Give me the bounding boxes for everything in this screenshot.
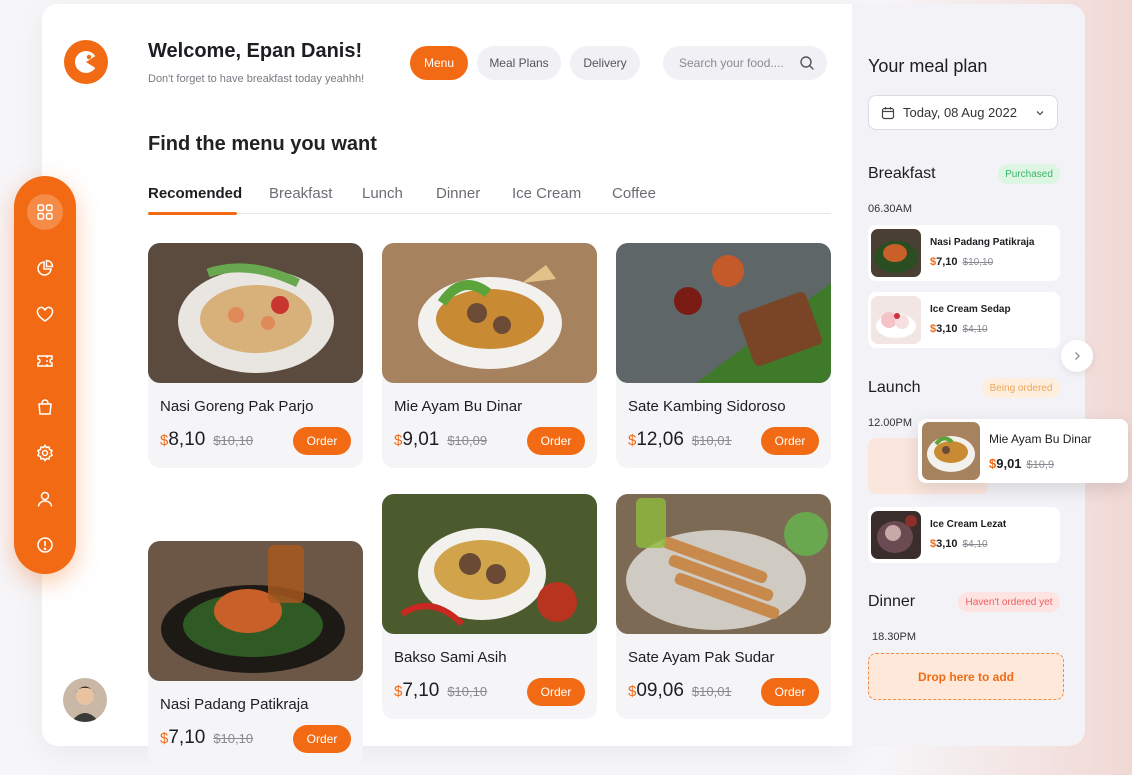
food-image-nasi-padang xyxy=(148,541,363,681)
food-price: $9,01 $10,09 xyxy=(394,429,488,450)
lunch-time: 12.00PM xyxy=(868,417,913,429)
page-title: Welcome, Epan Danis! xyxy=(148,40,363,62)
meal-price: $7,10 $10,10 xyxy=(930,256,994,268)
food-old-price: $10,09 xyxy=(447,433,488,448)
food-name: Mie Ayam Bu Dinar xyxy=(394,398,523,415)
tab-dinner[interactable]: Dinner xyxy=(436,185,480,202)
food-image-mie-ayam xyxy=(382,243,597,383)
nav-delivery-button[interactable]: Delivery xyxy=(570,46,640,80)
chevron-down-icon xyxy=(1035,106,1045,121)
food-name: Sate Kambing Sidoroso xyxy=(628,398,786,415)
meal-price: $3,10 $4,10 xyxy=(930,538,988,550)
chevron-right-icon[interactable] xyxy=(1061,340,1093,372)
tab-breakfast[interactable]: Breakfast xyxy=(269,185,332,202)
tab-recomended[interactable]: Recomended xyxy=(148,185,242,202)
food-card[interactable]: Nasi Padang Patikraja $7,10 $10,10 Order xyxy=(148,541,363,766)
order-button[interactable]: Order xyxy=(761,427,819,455)
status-badge: Purchased xyxy=(998,164,1060,184)
breakfast-heading: Breakfast xyxy=(868,165,936,182)
food-image-bakso xyxy=(382,494,597,634)
food-price: $7,10 $10,10 xyxy=(160,727,254,748)
chart-pie-icon[interactable] xyxy=(27,250,63,286)
food-price: $12,06 $10,01 xyxy=(628,429,732,450)
status-badge: Haven't ordered yet xyxy=(958,592,1060,612)
food-old-price: $10,10 xyxy=(213,433,254,448)
meal-name: Ice Cream Sedap xyxy=(930,304,1011,315)
active-tab-indicator xyxy=(148,212,237,215)
food-name: Sate Ayam Pak Sudar xyxy=(628,649,775,666)
user-icon[interactable] xyxy=(27,481,63,517)
meal-thumb xyxy=(871,229,921,277)
nav-meal-plans-button[interactable]: Meal Plans xyxy=(477,46,561,80)
food-price: $09,06 $10,01 xyxy=(628,680,732,701)
grid-icon[interactable] xyxy=(27,194,63,230)
avatar[interactable] xyxy=(63,678,107,722)
order-button[interactable]: Order xyxy=(527,678,585,706)
food-name: Nasi Padang Patikraja xyxy=(160,696,309,713)
lunch-heading: Launch xyxy=(868,379,921,396)
gear-icon[interactable] xyxy=(27,435,63,471)
info-icon[interactable] xyxy=(27,527,63,563)
search-box xyxy=(663,46,827,80)
bag-icon[interactable] xyxy=(27,389,63,425)
date-value: Today, 08 Aug 2022 xyxy=(903,105,1017,120)
food-price: $8,10 $10,10 xyxy=(160,429,254,450)
food-card[interactable]: Sate Ayam Pak Sudar $09,06 $10,01 Order xyxy=(616,494,831,719)
meal-thumb xyxy=(922,422,980,480)
meal-thumb xyxy=(871,296,921,344)
ticket-icon[interactable] xyxy=(27,343,63,379)
search-icon[interactable] xyxy=(799,55,815,76)
food-card[interactable]: Bakso Sami Asih $7,10 $10,10 Order xyxy=(382,494,597,719)
calendar-icon xyxy=(881,106,895,120)
food-price: $7,10 $10,10 xyxy=(394,680,488,701)
dinner-time: 18.30PM xyxy=(872,631,917,643)
food-name: Bakso Sami Asih xyxy=(394,649,507,666)
dragging-meal-card[interactable]: Mie Ayam Bu Dinar $9,01 $10,9 xyxy=(918,419,1128,483)
meal-plan-title: Your meal plan xyxy=(868,56,988,76)
tab-ice-cream[interactable]: Ice Cream xyxy=(512,185,581,202)
food-image-sate-kambing xyxy=(616,243,831,383)
dinner-heading: Dinner xyxy=(868,593,916,610)
tab-coffee[interactable]: Coffee xyxy=(612,185,656,202)
page-subtitle: Don't forget to have breakfast today yea… xyxy=(148,73,365,85)
app-logo[interactable] xyxy=(64,40,108,84)
sidebar-nav xyxy=(14,176,76,574)
date-select[interactable]: Today, 08 Aug 2022 xyxy=(868,95,1058,130)
meal-name: Mie Ayam Bu Dinar xyxy=(989,432,1092,446)
meal-item[interactable]: Ice Cream Lezat $3,10 $4,10 xyxy=(868,507,1060,563)
order-button[interactable]: Order xyxy=(761,678,819,706)
food-card[interactable]: Mie Ayam Bu Dinar $9,01 $10,09 Order xyxy=(382,243,597,468)
drop-zone[interactable]: Drop here to add xyxy=(868,653,1064,700)
order-button[interactable]: Order xyxy=(293,427,351,455)
meal-price: $3,10 $4,10 xyxy=(930,323,988,335)
order-button[interactable]: Order xyxy=(293,725,351,753)
status-badge: Being ordered xyxy=(982,378,1060,398)
food-name: Nasi Goreng Pak Parjo xyxy=(160,398,314,415)
food-card[interactable]: Sate Kambing Sidoroso $12,06 $10,01 Order xyxy=(616,243,831,468)
food-image-sate-ayam xyxy=(616,494,831,634)
food-old-price: $10,10 xyxy=(213,731,254,746)
search-input[interactable] xyxy=(677,55,799,71)
meal-name: Nasi Padang Patikraja xyxy=(930,237,1035,248)
meal-name: Ice Cream Lezat xyxy=(930,519,1007,530)
heart-icon[interactable] xyxy=(27,297,63,333)
breakfast-time: 06.30AM xyxy=(868,203,913,215)
tabs-divider xyxy=(148,213,831,214)
food-old-price: $10,01 xyxy=(691,684,732,699)
meal-price: $9,01 $10,9 xyxy=(989,456,1055,471)
meal-item[interactable]: Nasi Padang Patikraja $7,10 $10,10 xyxy=(868,225,1060,281)
food-image-nasi-goreng xyxy=(148,243,363,383)
section-title: Find the menu you want xyxy=(148,133,377,155)
meal-item[interactable]: Ice Cream Sedap $3,10 $4,10 xyxy=(868,292,1060,348)
food-old-price: $10,01 xyxy=(691,433,732,448)
food-card[interactable]: Nasi Goreng Pak Parjo $8,10 $10,10 Order xyxy=(148,243,363,468)
tab-lunch[interactable]: Lunch xyxy=(362,185,403,202)
food-old-price: $10,10 xyxy=(447,684,488,699)
nav-menu-button[interactable]: Menu xyxy=(410,46,468,80)
order-button[interactable]: Order xyxy=(527,427,585,455)
meal-thumb xyxy=(871,511,921,559)
